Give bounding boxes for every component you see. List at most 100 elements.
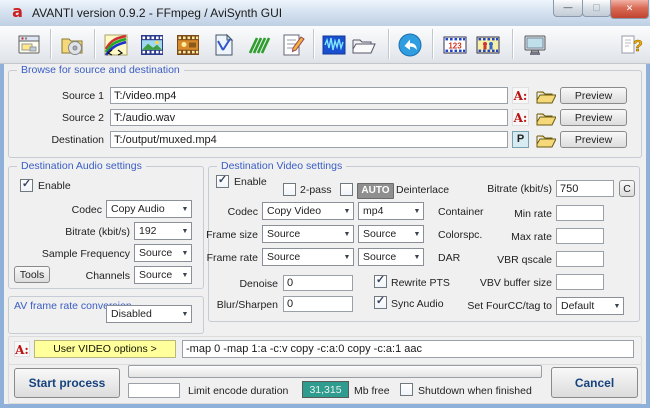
audio-bitrate-select[interactable]: 192 ▼ [134,222,192,240]
audio-enable-checkbox[interactable]: ✓ [20,179,33,192]
toolbar-help-button[interactable]: ? [614,29,646,60]
fourcc-select[interactable]: Default ▼ [556,297,624,315]
toolbar-app-window-button[interactable] [13,29,45,60]
video-enable-checkbox[interactable]: ✓ [216,175,229,188]
toolbar-open-folder-button[interactable] [347,29,379,60]
maxrate-input[interactable] [556,228,604,244]
svg-text:?: ? [633,38,643,55]
source2-input[interactable] [110,109,508,126]
audio-channels-select[interactable]: Source ▼ [134,266,192,284]
destination-browse-folder-button[interactable] [536,132,557,151]
source2-browse-folder-button[interactable] [536,110,557,129]
minrate-input[interactable] [556,205,604,221]
user-video-options-input[interactable] [182,340,634,358]
source2-preview-button[interactable]: Preview [560,109,627,126]
limit-duration-input[interactable] [128,383,180,398]
user-options-avisynth-button[interactable]: A: [14,341,30,357]
browse-group-title: Browse for source and destination [17,64,184,76]
maximize-button[interactable]: ▢ [582,0,611,17]
destination-p-button[interactable]: P [512,131,529,148]
monitor-icon [524,35,546,55]
audio-codec-select[interactable]: Copy Audio ▼ [106,200,192,218]
toolbar-video-preview-button[interactable] [136,29,168,60]
source1-preview-button[interactable]: Preview [560,87,627,104]
vbv-buffer-input[interactable] [556,274,604,290]
framesize-value: Source [267,228,301,240]
audio-tools-button[interactable]: Tools [14,266,50,283]
av-framerate-select[interactable]: Disabled ▼ [106,305,192,323]
maxrate-label: Max rate [511,231,552,243]
source1-avisynth-button[interactable]: A: [512,87,529,104]
checkmark-icon: ✓ [375,274,386,286]
shutdown-checkbox[interactable] [400,383,413,396]
audio-samplefreq-value: Source [139,247,173,259]
vbr-qscale-label: VBR qscale [497,254,552,266]
source1-label: Source 1 [61,90,104,102]
toolbar-monitor-button[interactable] [519,29,551,60]
bitrate-calculator-button[interactable]: C [619,180,635,197]
user-video-options-label[interactable]: User VIDEO options > [34,340,176,358]
dropdown-arrow-icon: ▼ [181,205,189,213]
audio-samplefreq-select[interactable]: Source ▼ [134,244,192,262]
shutdown-label: Shutdown when finished [418,385,532,397]
framerate-label: Frame rate [206,252,258,264]
framerate-select[interactable]: Source ▼ [262,248,354,266]
blur-sharpen-input[interactable] [283,296,353,312]
folder-open-icon [352,39,376,53]
av-framerate-value: Disabled [111,308,152,320]
toolbar-film-edit-button[interactable] [472,29,504,60]
rewrite-pts-checkbox[interactable]: ✓ [374,275,387,288]
toolbar-frame-counter-button[interactable]: 123 [439,29,471,60]
toolbar-edit-script-button[interactable] [277,29,309,60]
destination-preview-button[interactable]: Preview [560,131,627,148]
sync-audio-checkbox[interactable]: ✓ [374,296,387,309]
container-value: mp4 [363,205,384,217]
folder-cd-icon [61,38,83,55]
checkmark-icon: ✓ [375,295,386,307]
title-bar[interactable]: a AVANTI version 0.9.2 - FFmpeg / AviSyn… [0,0,650,27]
checkmark-icon: ✓ [217,174,228,186]
dropdown-arrow-icon: ▼ [613,302,621,310]
toolbar-separator [313,29,314,59]
source2-avisynth-button[interactable]: A: [512,109,529,126]
video-bitrate-input[interactable] [556,180,614,197]
open-folder-icon [536,91,557,104]
vbr-qscale-input[interactable] [556,251,604,267]
fourcc-value: Default [561,300,595,312]
cancel-button[interactable]: Cancel [551,367,638,398]
minimize-button[interactable]: — [553,0,583,17]
app-window-icon [18,35,40,53]
toolbar-color-correction-button[interactable] [100,29,132,60]
toolbar-video-info-button[interactable] [172,29,204,60]
close-button[interactable]: ✕ [610,0,649,19]
avisynth-zigzag-icon [248,36,271,54]
deinterlace-auto-button[interactable]: AUTO [357,183,394,199]
source1-input[interactable] [110,87,508,104]
sync-audio-label: Sync Audio [391,298,444,310]
dropdown-arrow-icon: ▼ [343,253,351,261]
container-select[interactable]: mp4 ▼ [358,202,424,220]
toolbar-open-project-button[interactable] [56,29,88,60]
video-codec-select[interactable]: Copy Video ▼ [262,202,354,220]
blur-sharpen-label: Blur/Sharpen [216,299,278,311]
framesize-secondary-select[interactable]: Source ▼ [358,225,424,243]
deinterlace-checkbox[interactable] [340,183,353,196]
video-group-title: Destination Video settings [217,160,347,172]
source1-browse-folder-button[interactable] [536,88,557,107]
toolbar-separator [432,29,433,59]
toolbar-audio-analysis-button[interactable] [318,29,350,60]
start-process-button[interactable]: Start process [14,368,120,398]
document-letter-icon [215,33,234,55]
framesize-secondary-value: Source [363,228,397,240]
toolbar-undo-button[interactable] [394,29,426,60]
framesize-select[interactable]: Source ▼ [262,225,354,243]
toolbar-separator [388,29,389,59]
twopass-checkbox[interactable] [283,183,296,196]
help-icon: ? [621,35,643,55]
denoise-input[interactable] [283,275,353,291]
toolbar-avisynth-button[interactable] [243,29,275,60]
toolbar-script-document-button[interactable] [208,29,240,60]
destination-input[interactable] [110,131,508,148]
framerate-secondary-select[interactable]: Source ▼ [358,248,424,266]
dropdown-arrow-icon: ▼ [181,271,189,279]
